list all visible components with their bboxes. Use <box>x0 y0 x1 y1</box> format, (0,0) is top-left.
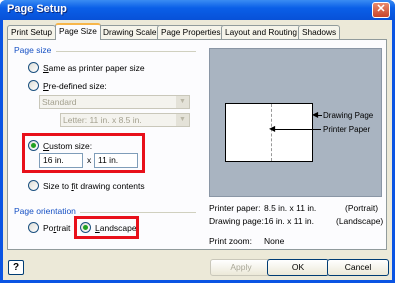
arrow-line <box>275 129 321 130</box>
chevron-down-icon: ▼ <box>176 114 189 126</box>
page-setup-dialog: Page Setup ✕ Print Setup Page Size Drawi… <box>0 0 395 283</box>
highlight-box-landscape <box>74 216 139 239</box>
page-size-panel: Page size Same as printer paper size Pre… <box>7 39 387 250</box>
page-preview: ◀ Drawing Page ◀ Printer Paper <box>209 48 382 197</box>
tab-drawing-scale[interactable]: Drawing Scale <box>99 25 161 39</box>
tab-print-setup[interactable]: Print Setup <box>7 25 57 39</box>
close-button[interactable]: ✕ <box>372 2 390 18</box>
drawing-page-callout: Drawing Page <box>323 111 374 120</box>
chevron-down-icon: ▼ <box>176 96 189 108</box>
tab-shadows[interactable]: Shadows <box>298 25 341 39</box>
ok-button[interactable]: OK <box>267 259 329 276</box>
predefined-size-value: Letter: 11 in. x 8.5 in. <box>63 115 142 125</box>
same-as-printer-radio[interactable] <box>28 62 39 73</box>
printer-paper-orientation: (Portrait) <box>345 203 379 213</box>
help-button[interactable]: ? <box>8 260 24 275</box>
size-to-fit-radio[interactable] <box>28 180 39 191</box>
tab-page-size[interactable]: Page Size <box>55 23 101 40</box>
predefined-type-value: Standard <box>42 97 77 107</box>
print-zoom-value: None <box>264 236 285 246</box>
portrait-label[interactable]: Portrait <box>43 223 70 233</box>
predefined-type-select[interactable]: Standard ▼ <box>39 95 190 109</box>
predefined-size-radio[interactable] <box>28 80 39 91</box>
predefined-size-label[interactable]: Pre-defined size: <box>43 81 107 91</box>
page-orientation-group-label: Page orientation <box>14 206 76 216</box>
printer-paper-info-value: 8.5 in. x 11 in. <box>264 203 317 213</box>
size-to-fit-label[interactable]: Size to fit drawing contents <box>43 181 145 191</box>
apply-button[interactable]: Apply <box>210 259 272 276</box>
window-title: Page Setup <box>7 3 67 15</box>
print-zoom-label: Print zoom: <box>209 236 252 246</box>
tab-layout-and-routing[interactable]: Layout and Routing <box>221 25 301 39</box>
arrow-line <box>318 115 322 116</box>
printer-paper-callout: Printer Paper <box>323 125 371 134</box>
printer-paper-info-label: Printer paper: <box>209 203 261 213</box>
page-size-group-label: Page size <box>14 45 52 55</box>
drawing-page-orientation: (Landscape) <box>336 216 384 226</box>
cancel-button[interactable]: Cancel <box>327 259 389 276</box>
title-bar[interactable]: Page Setup ✕ <box>0 0 395 20</box>
drawing-page-info-value: 16 in. x 11 in. <box>264 216 314 226</box>
tab-page-properties[interactable]: Page Properties <box>157 25 225 39</box>
group-divider <box>80 212 196 213</box>
dialog-body: Print Setup Page Size Drawing Scale Page… <box>3 20 392 280</box>
group-divider <box>56 51 196 52</box>
predefined-size-select[interactable]: Letter: 11 in. x 8.5 in. ▼ <box>60 113 190 127</box>
drawing-page-info-label: Drawing page: <box>209 216 264 226</box>
portrait-radio[interactable] <box>28 222 39 233</box>
same-as-printer-label[interactable]: Same as printer paper size <box>43 63 145 73</box>
highlight-box-custom-size <box>22 133 145 173</box>
